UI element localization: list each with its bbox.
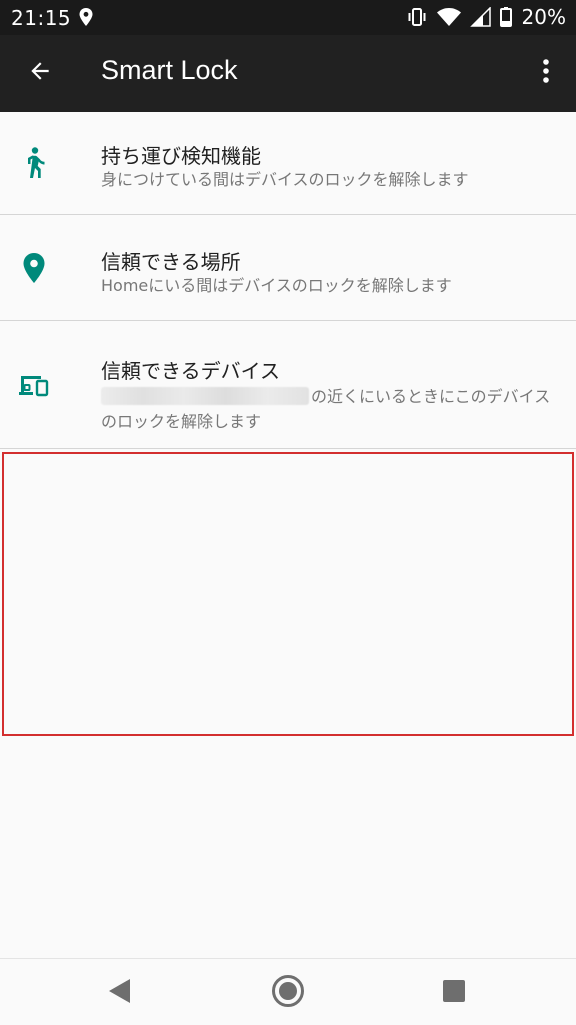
status-time: 21:15 [11,6,72,30]
item-subtitle: 身につけている間はデバイスのロックを解除します [101,170,469,189]
nav-back-button[interactable] [100,973,140,1013]
status-bar: 21:15 20% [0,0,576,35]
back-button[interactable] [20,53,60,93]
vibrate-icon [406,7,428,27]
highlight-box [2,452,574,736]
item-subtitle: Homeにいる間はデバイスのロックを解除します [101,276,452,295]
battery-percent: 20% [521,5,566,29]
more-vert-icon [542,58,550,88]
item-subtitle: の近くにいるときにこのデバイスのロックを解除します [101,384,556,434]
overflow-menu-button[interactable] [532,53,560,93]
list-item-trusted-places[interactable]: 信頼できる場所 Homeにいる間はデバイスのロックを解除します [0,215,576,321]
smart-lock-options-list: 持ち運び検知機能 身につけている間はデバイスのロックを解除します 信頼できる場所… [0,112,576,449]
list-item-on-body-detection[interactable]: 持ち運び検知機能 身につけている間はデバイスのロックを解除します [0,112,576,215]
arrow-back-icon [27,58,53,88]
location-icon [78,8,94,26]
devices-icon [17,368,51,402]
status-icons: 20% [406,5,566,29]
nav-home-icon [271,974,305,1012]
navigation-bar [0,958,576,1025]
item-title: 信頼できるデバイス [101,359,280,383]
item-title: 持ち運び検知機能 [101,144,261,168]
nav-back-icon [108,978,132,1008]
signal-icon [469,7,492,27]
nav-recents-icon [442,979,466,1007]
app-bar: Smart Lock [0,35,576,112]
nav-recents-button[interactable] [434,973,474,1013]
list-item-trusted-devices[interactable]: 信頼できるデバイス の近くにいるときにこのデバイスのロックを解除します [0,321,576,449]
item-title: 信頼できる場所 [101,250,241,274]
battery-icon [499,7,512,27]
location-pin-icon [17,251,51,285]
wifi-icon [436,7,462,27]
page-title: Smart Lock [101,55,238,85]
walking-person-icon [17,146,51,180]
redacted-device-name [101,387,309,405]
nav-home-button[interactable] [268,973,308,1013]
